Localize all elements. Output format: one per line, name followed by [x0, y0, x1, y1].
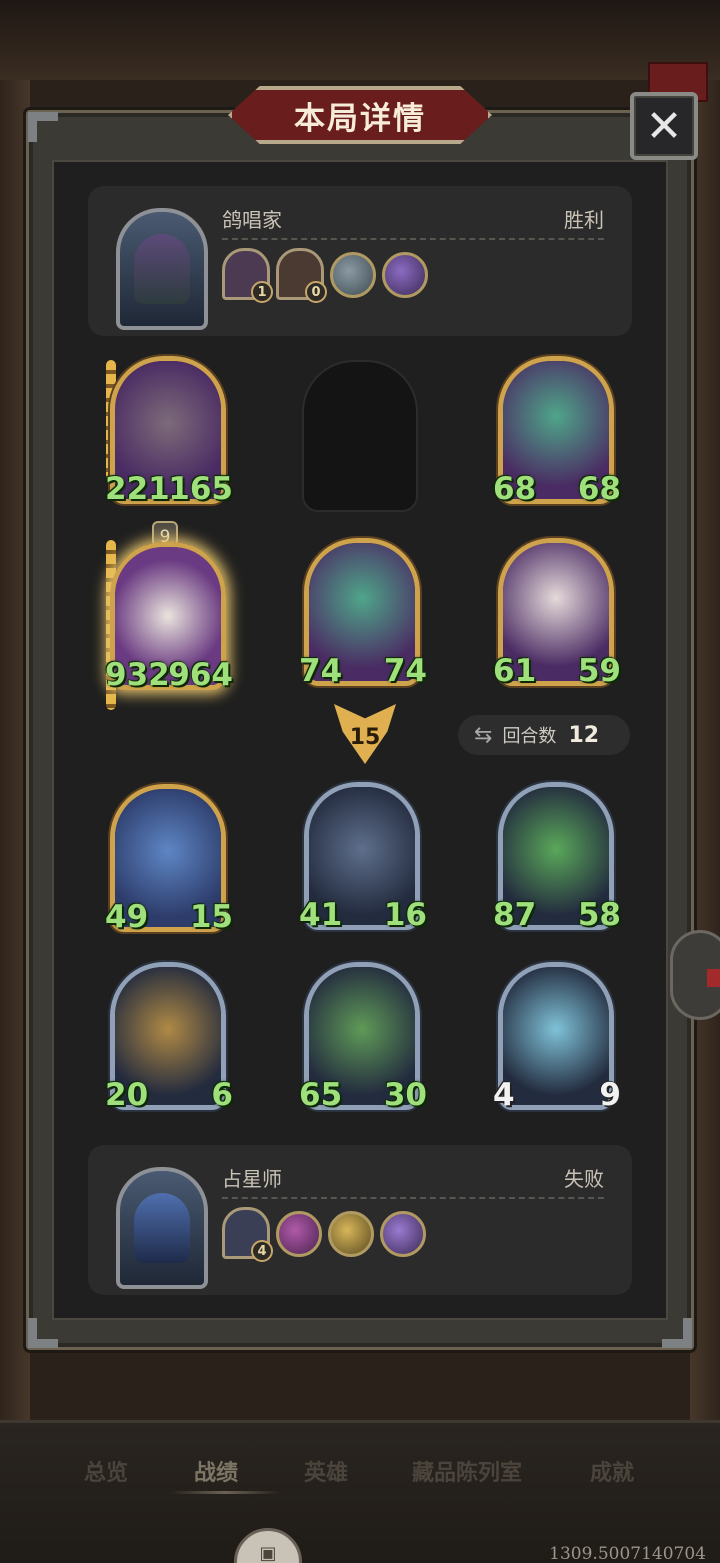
turn-value: 12	[568, 722, 600, 748]
grey-beast-relic-icon[interactable]	[330, 252, 376, 298]
nav-tab-records[interactable]: 战绩	[194, 1455, 238, 1487]
unit-health: 9	[599, 1077, 621, 1113]
unit-attack: 61	[493, 653, 537, 689]
bottom-nav: 总览 战绩 英雄 藏品陈列室 成就	[0, 1420, 720, 1563]
trinket-item[interactable]: 1	[222, 248, 273, 303]
divider	[222, 1197, 604, 1199]
unit-health: 58	[577, 897, 621, 933]
turn-label: 回合数	[502, 726, 557, 747]
player-panel-loser: 占星师 失败 4	[88, 1145, 632, 1295]
nav-tab-overview[interactable]: 总览	[84, 1455, 128, 1487]
empty-board-slot	[302, 360, 418, 512]
background-top	[0, 0, 720, 80]
close-button[interactable]: ✕	[630, 92, 698, 160]
purple-door-relic-icon[interactable]	[382, 252, 428, 298]
active-tab-underline	[170, 1491, 280, 1494]
unit-attack: 74	[299, 653, 343, 689]
red-flag-icon	[707, 969, 720, 987]
unit-health: 165	[168, 471, 233, 507]
hero-portrait[interactable]	[116, 208, 208, 330]
unit-card[interactable]: 49 15	[105, 784, 233, 935]
hero-portrait[interactable]	[116, 1167, 208, 1289]
unit-attack: 49	[105, 899, 149, 935]
player-name: 鸽唱家	[222, 208, 282, 232]
unit-card[interactable]: 61 59	[493, 538, 621, 689]
unit-attack: 68	[493, 471, 537, 507]
unit-health: 74	[383, 653, 427, 689]
unit-health: 16	[383, 897, 427, 933]
ice-dragon-icon	[503, 967, 609, 1105]
unit-card[interactable]: 20 6	[105, 962, 233, 1113]
purple-wand-relic-icon[interactable]	[380, 1211, 426, 1257]
unit-attack: 87	[493, 897, 537, 933]
player-result: 失败	[564, 1167, 604, 1191]
gold-scroll-relic-icon[interactable]	[328, 1211, 374, 1257]
trinket-item[interactable]: 4	[222, 1207, 273, 1262]
player-name: 占星师	[222, 1167, 282, 1191]
close-icon: ✕	[645, 100, 683, 152]
trinket-count: 0	[305, 281, 327, 303]
title-banner: 本局详情	[228, 86, 492, 144]
nav-tab-collection[interactable]: 藏品陈列室	[412, 1455, 522, 1487]
unit-attack: 20	[105, 1077, 149, 1113]
hero-face-icon	[134, 234, 190, 304]
unit-attack: 41	[299, 897, 343, 933]
nav-tab-heroes[interactable]: 英雄	[304, 1455, 348, 1487]
unit-attack: 932	[105, 657, 170, 693]
item-row: 1 0	[222, 248, 428, 303]
side-drawer-tab[interactable]	[670, 930, 720, 1020]
unit-attack: 4	[493, 1077, 515, 1113]
swap-arrows-icon: ⇆	[474, 722, 493, 748]
unit-attack: 65	[299, 1077, 343, 1113]
round-number: 15	[349, 724, 381, 750]
hero-face-icon	[134, 1193, 190, 1263]
version-label: 1309.5007140704	[549, 1544, 706, 1563]
card-icon: ▣	[259, 1543, 277, 1563]
item-row: 4	[222, 1207, 426, 1262]
divider	[222, 238, 604, 240]
trinket-count: 4	[251, 1240, 273, 1262]
nav-tab-achievements[interactable]: 成就	[590, 1455, 634, 1487]
unit-health: 30	[383, 1077, 427, 1113]
player-panel-winner: 鸽唱家 胜利 1 0	[88, 186, 632, 336]
page-title: 本局详情	[294, 100, 426, 137]
unit-card[interactable]: 65 30	[299, 962, 427, 1113]
background-right	[690, 80, 720, 1420]
unit-health: 59	[577, 653, 621, 689]
purple-gift-relic-icon[interactable]	[276, 1211, 322, 1257]
unit-card[interactable]: 221 165	[105, 356, 233, 507]
unit-card[interactable]: 41 16	[299, 782, 427, 933]
unit-health: 6	[211, 1077, 233, 1113]
player-result: 胜利	[564, 208, 604, 232]
trinket-item[interactable]: 0	[276, 248, 327, 303]
unit-health: 964	[168, 657, 233, 693]
turn-counter: ⇆ 回合数 12	[458, 715, 630, 755]
trinket-count: 1	[251, 281, 273, 303]
unit-card[interactable]: 4 9	[493, 962, 621, 1113]
unit-health: 68	[577, 471, 621, 507]
unit-health: 15	[189, 899, 233, 935]
unit-attack: 221	[105, 471, 170, 507]
unit-card[interactable]: 74 74	[299, 538, 427, 689]
unit-card[interactable]: 932 964	[105, 542, 233, 693]
unit-card[interactable]: 68 68	[493, 356, 621, 507]
unit-card[interactable]: 87 58	[493, 782, 621, 933]
